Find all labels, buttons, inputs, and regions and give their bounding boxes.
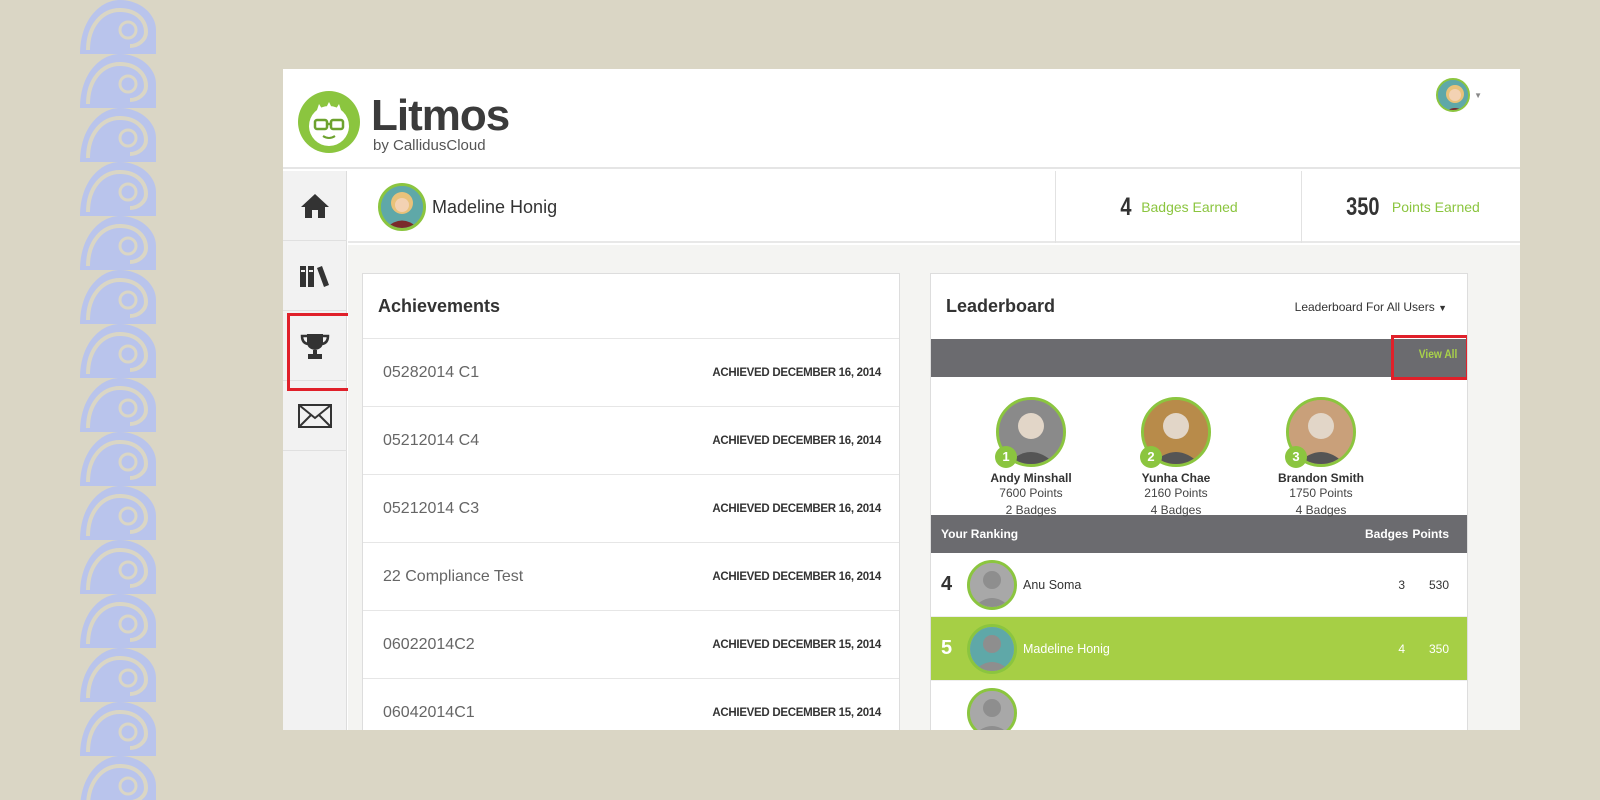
ranking-badges: 4 — [1398, 641, 1405, 656]
home-icon — [301, 193, 329, 218]
achievement-date: ACHIEVED DECEMBER 15, 2014 — [712, 638, 881, 651]
ranking-position: 4 — [941, 573, 953, 595]
nav-home[interactable] — [283, 171, 347, 241]
profile-user: Madeline Honig — [378, 183, 557, 231]
chevron-down-icon: ▼ — [1438, 302, 1447, 313]
podium-avatar: 2 — [1140, 397, 1211, 468]
ranking-row[interactable]: 5 Madeline Honig 4 350 — [931, 617, 1467, 681]
podium-avatar: 1 — [995, 397, 1066, 468]
ranking-badges-header: Badges — [1365, 527, 1409, 541]
achievement-date: ACHIEVED DECEMBER 16, 2014 — [712, 570, 881, 583]
achievement-name: 06042014C1 — [383, 703, 475, 721]
profile-bar: Madeline Honig 4 Badges Earned 350 Point… — [348, 171, 1520, 243]
ranking-points: 350 — [1428, 641, 1449, 656]
chevron-down-icon: ▼ — [1474, 90, 1482, 100]
podium-name: Andy Minshall — [990, 471, 1072, 485]
top-bar: Litmos by CallidusCloud ▼ — [283, 69, 1520, 169]
badges-count: 4 — [1120, 192, 1132, 221]
decorative-pattern — [80, 0, 156, 800]
nav-library[interactable] — [283, 241, 347, 311]
points-earned-stat: 350 Points Earned — [1301, 171, 1520, 243]
podium-points: 2160 Points — [1144, 486, 1208, 500]
leaderboard-filter-dropdown[interactable]: Leaderboard For All Users ▼ — [1295, 300, 1447, 314]
achievement-row[interactable]: 05212014 C3 ACHIEVED DECEMBER 16, 2014 — [363, 475, 899, 543]
left-nav — [283, 171, 353, 730]
user-menu[interactable]: ▼ — [1436, 78, 1482, 112]
ranking-points-header: Points — [1412, 527, 1449, 541]
ranking-header: Your Ranking Badges Points — [931, 515, 1467, 553]
ranking-label: Your Ranking — [941, 527, 1019, 541]
leaderboard-filter-label: Leaderboard For All Users — [1294, 299, 1435, 314]
podium-badges: 2 Badges — [1005, 503, 1057, 517]
nav-achievements[interactable] — [283, 311, 353, 391]
ranking-avatar — [967, 559, 1017, 610]
ranking-name: Anu Soma — [1023, 577, 1082, 592]
library-icon — [300, 265, 329, 287]
achievement-date: ACHIEVED DECEMBER 16, 2014 — [712, 434, 881, 447]
brand-tagline: by CallidusCloud — [373, 137, 486, 154]
profile-name: Madeline Honig — [432, 196, 558, 217]
ranking-avatar — [967, 623, 1017, 674]
achievement-date: ACHIEVED DECEMBER 16, 2014 — [712, 502, 881, 515]
achievement-row[interactable]: 06022014C2 ACHIEVED DECEMBER 15, 2014 — [363, 611, 899, 679]
podium-rank: 3 — [1285, 446, 1307, 468]
points-count: 350 — [1346, 192, 1380, 221]
ranking-name: Madeline Honig — [1023, 641, 1110, 656]
nav-messages[interactable] — [283, 381, 347, 451]
ranking-row[interactable]: 4 Anu Soma 3 530 — [931, 553, 1467, 617]
achievement-name: 22 Compliance Test — [383, 567, 524, 585]
podium-rank: 1 — [995, 446, 1017, 468]
ranking-position: 5 — [941, 637, 953, 659]
leaderboard-toolbar: View All — [931, 335, 1467, 380]
podium-badges: 4 Badges — [1295, 503, 1347, 517]
points-label: Points Earned — [1391, 199, 1480, 215]
podium-points: 1750 Points — [1289, 486, 1353, 500]
achievement-row[interactable]: 22 Compliance Test ACHIEVED DECEMBER 16, … — [363, 543, 899, 611]
ranking-avatar — [967, 687, 1017, 730]
podium-points: 7600 Points — [999, 486, 1063, 500]
ranking-row[interactable] — [931, 681, 1467, 730]
achievement-name: 05212014 C3 — [383, 499, 480, 517]
achievement-row[interactable]: 05282014 C1 ACHIEVED DECEMBER 16, 2014 — [363, 339, 899, 407]
ranking-badges: 3 — [1398, 577, 1405, 592]
podium-name: Yunha Chae — [1141, 471, 1211, 485]
achievements-title: Achievements — [363, 274, 899, 339]
achievement-name: 05212014 C4 — [383, 431, 480, 449]
achievements-panel: Achievements 05282014 C1 ACHIEVED DECEMBE… — [362, 273, 900, 730]
highlight-box — [1391, 335, 1467, 380]
podium-avatar: 3 — [1285, 397, 1356, 468]
leaderboard-podium: 1 Andy Minshall 7600 Points 2 Badges 2 Yu… — [931, 377, 1467, 517]
achievement-row[interactable]: 05212014 C4 ACHIEVED DECEMBER 16, 2014 — [363, 407, 899, 475]
achievement-row[interactable]: 06042014C1 ACHIEVED DECEMBER 15, 2014 — [363, 679, 899, 730]
podium-user[interactable]: 1 Andy Minshall 7600 Points 2 Badges — [961, 397, 1101, 519]
trophy-icon — [300, 333, 330, 359]
leaderboard-title: Leaderboard — [946, 296, 1056, 316]
achievement-date: ACHIEVED DECEMBER 15, 2014 — [712, 706, 881, 719]
achievement-name: 06022014C2 — [383, 635, 475, 653]
user-avatar — [1436, 78, 1471, 112]
leaderboard-panel: Leaderboard Leaderboard For All Users ▼ … — [930, 273, 1468, 730]
podium-user[interactable]: 3 Brandon Smith 1750 Points 4 Badges — [1251, 397, 1391, 519]
badges-earned-stat: 4 Badges Earned — [1055, 171, 1301, 243]
podium-name: Brandon Smith — [1278, 471, 1364, 485]
litmos-logo-icon — [297, 90, 361, 154]
badges-label: Badges Earned — [1141, 199, 1238, 215]
podium-rank: 2 — [1140, 446, 1162, 468]
podium-badges: 4 Badges — [1150, 503, 1202, 517]
ranking-points: 530 — [1428, 577, 1449, 592]
brand-name: Litmos — [371, 91, 510, 140]
achievement-name: 05282014 C1 — [383, 363, 480, 381]
podium-user[interactable]: 2 Yunha Chae 2160 Points 4 Badges — [1106, 397, 1246, 519]
content-area: Achievements 05282014 C1 ACHIEVED DECEMBE… — [348, 245, 1520, 730]
achievement-date: ACHIEVED DECEMBER 16, 2014 — [712, 366, 881, 379]
mail-icon — [298, 403, 332, 428]
app-window: Litmos by CallidusCloud ▼ Madeline Honig… — [283, 69, 1520, 730]
profile-avatar — [378, 183, 426, 231]
